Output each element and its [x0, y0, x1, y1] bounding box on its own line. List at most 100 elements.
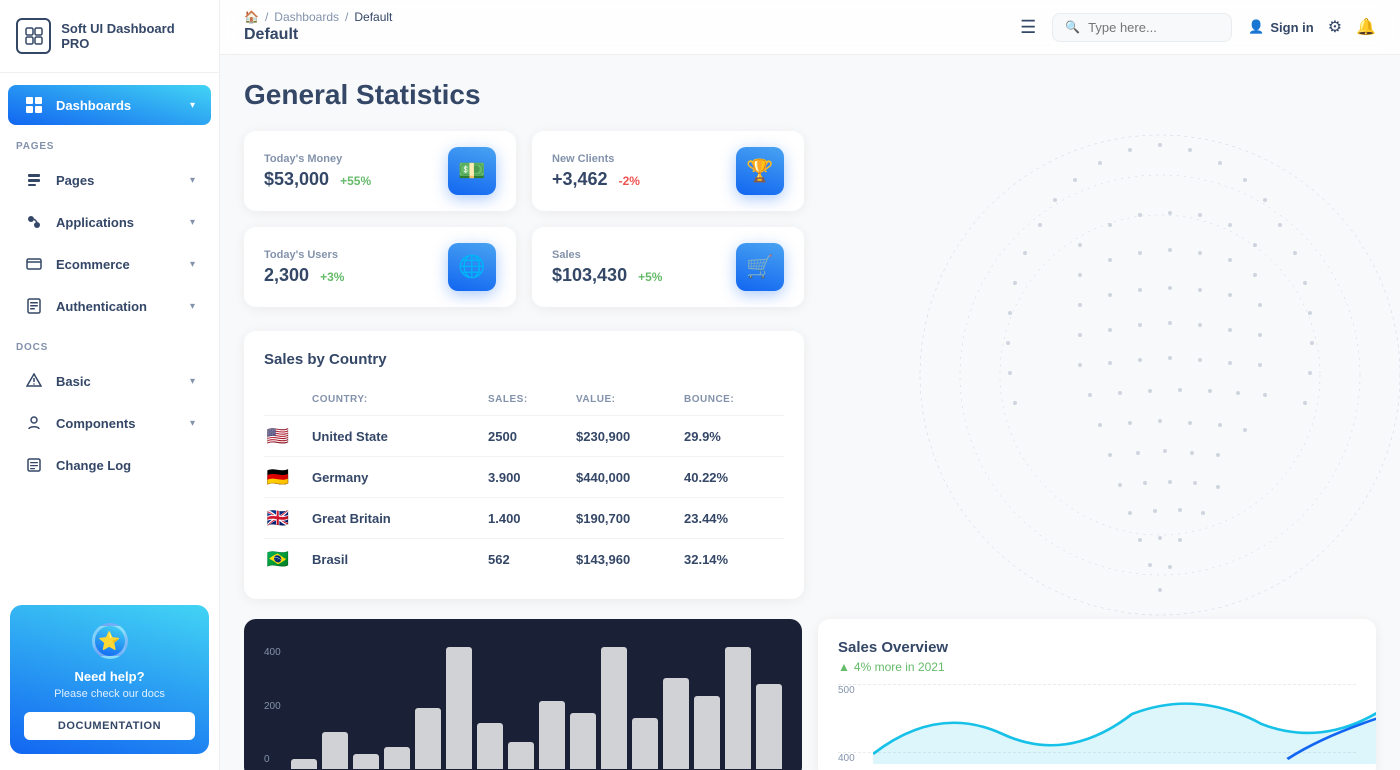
sidebar-item-dashboards[interactable]: Dashboards ▾ [8, 85, 211, 125]
sales-val: 2500 [488, 429, 568, 444]
home-icon: 🏠 [244, 10, 259, 24]
stat-value: 2,300 +3% [264, 265, 344, 286]
sales-val: 562 [488, 552, 568, 567]
col-header-value: Value: [576, 394, 676, 405]
globe-decoration [880, 95, 1400, 655]
app-logo: Soft UI Dashboard PRO [0, 0, 219, 73]
chevron-icon: ▾ [190, 418, 195, 429]
stat-value: +3,462 -2% [552, 169, 640, 190]
country-name: Germany [312, 470, 480, 485]
overview-title: Sales Overview [838, 639, 1356, 656]
bar-item [477, 723, 503, 769]
y-label-500: 500 [838, 685, 868, 696]
stat-icon-users: 🌐 [448, 243, 496, 291]
page-title: General Statistics [244, 79, 1376, 111]
sales-by-country-card: Sales by Country Country: Sales: Value: … [244, 331, 804, 599]
pages-section-label: PAGES [0, 127, 219, 158]
table-title: Sales by Country [264, 351, 784, 368]
documentation-button[interactable]: DOCUMENTATION [24, 712, 195, 740]
help-star-icon: ⭐ [92, 623, 128, 659]
signin-label: Sign in [1270, 20, 1313, 35]
bar-y-label-0: 0 [264, 754, 281, 765]
header: 🏠 / Dashboards / Default Default ☰ 🔍 👤 S… [220, 0, 1400, 55]
help-subtitle: Please check our docs [24, 688, 195, 700]
search-box[interactable]: 🔍 [1052, 13, 1232, 42]
sidebar-item-label: Components [56, 416, 135, 431]
sidebar-item-basic[interactable]: Basic ▾ [8, 361, 211, 401]
sidebar-item-ecommerce[interactable]: Ecommerce ▾ [8, 244, 211, 284]
stat-change: +55% [340, 174, 371, 188]
bar-item [756, 684, 782, 769]
col-header-sales: Sales: [488, 394, 568, 405]
header-actions: 👤 Sign in ⚙ 🔔 [1248, 17, 1376, 37]
breadcrumb: 🏠 / Dashboards / Default Default [244, 10, 392, 44]
stat-value: $103,430 +5% [552, 265, 662, 286]
stat-icon-money: 💵 [448, 147, 496, 195]
sidebar-item-label: Basic [56, 374, 91, 389]
value-val: $230,900 [576, 429, 676, 444]
chevron-icon: ▾ [190, 259, 195, 270]
col-header-bounce: Bounce: [684, 394, 784, 405]
bounce-val: 23.44% [684, 511, 784, 526]
breadcrumb-trail: 🏠 / Dashboards / Default [244, 10, 392, 24]
stat-label: Today's Money [264, 153, 371, 165]
stat-change: -2% [619, 174, 640, 188]
stat-change: +3% [320, 270, 344, 284]
search-input[interactable] [1088, 20, 1218, 35]
changelog-icon [24, 455, 44, 475]
search-icon: 🔍 [1065, 20, 1080, 34]
main-area: 🏠 / Dashboards / Default Default ☰ 🔍 👤 S… [220, 0, 1400, 770]
sidebar: Soft UI Dashboard PRO Dashboards ▾ PAGES [0, 0, 220, 770]
breadcrumb-sep: / [265, 10, 268, 24]
bar-item [570, 713, 596, 769]
bar-chart-card: 400 200 0 [244, 619, 802, 770]
breadcrumb-parent: Dashboards [274, 10, 339, 24]
sidebar-item-label: Pages [56, 173, 94, 188]
signin-button[interactable]: 👤 Sign in [1248, 19, 1314, 35]
bar-item [446, 647, 472, 769]
help-box: ⭐ Need help? Please check our docs DOCUM… [10, 605, 209, 754]
sidebar-item-label: Dashboards [56, 98, 131, 113]
flag-gb: 🇬🇧 [264, 508, 292, 528]
overview-chart: 500 400 [838, 684, 1356, 764]
breadcrumb-current: Default [244, 26, 392, 44]
table-header-row: Country: Sales: Value: Bounce: [264, 384, 784, 416]
table-row: 🇺🇸 United State 2500 $230,900 29.9% [264, 416, 784, 457]
sidebar-item-pages[interactable]: Pages ▾ [8, 160, 211, 200]
country-name: United State [312, 429, 480, 444]
sidebar-nav: Dashboards ▾ PAGES Pages ▾ [0, 73, 219, 593]
stat-label: Sales [552, 249, 662, 261]
bar-item [415, 708, 441, 769]
notification-icon[interactable]: 🔔 [1356, 17, 1376, 37]
chevron-icon: ▾ [190, 376, 195, 387]
table-row: 🇩🇪 Germany 3.900 $440,000 40.22% [264, 457, 784, 498]
ecommerce-icon [24, 254, 44, 274]
stat-card-clients: New Clients +3,462 -2% 🏆 [532, 131, 804, 211]
bar-y-label-400: 400 [264, 647, 281, 658]
breadcrumb-sep2: / [345, 10, 348, 24]
value-val: $143,960 [576, 552, 676, 567]
sidebar-item-components[interactable]: Components ▾ [8, 403, 211, 443]
bar-item [508, 742, 534, 769]
country-name: Great Britain [312, 511, 480, 526]
chevron-icon: ▾ [190, 175, 195, 186]
flag-us: 🇺🇸 [264, 426, 292, 446]
header-right: ☰ 🔍 👤 Sign in ⚙ 🔔 [1020, 13, 1376, 42]
bar-item [291, 759, 317, 769]
applications-icon [24, 212, 44, 232]
sidebar-item-applications[interactable]: Applications ▾ [8, 202, 211, 242]
authentication-icon [24, 296, 44, 316]
value-val: $190,700 [576, 511, 676, 526]
sales-overview-card: Sales Overview ▲ 4% more in 2021 500 400 [818, 619, 1376, 770]
sidebar-item-label: Change Log [56, 458, 131, 473]
dashboards-icon [24, 95, 44, 115]
user-icon: 👤 [1248, 19, 1264, 35]
settings-icon[interactable]: ⚙ [1328, 17, 1342, 37]
sidebar-item-changelog[interactable]: Change Log [8, 445, 211, 485]
table-row: 🇬🇧 Great Britain 1.400 $190,700 23.44% [264, 498, 784, 539]
bounce-val: 29.9% [684, 429, 784, 444]
stat-value: $53,000 +55% [264, 169, 371, 190]
hamburger-button[interactable]: ☰ [1020, 17, 1036, 38]
sidebar-item-label: Authentication [56, 299, 147, 314]
sidebar-item-authentication[interactable]: Authentication ▾ [8, 286, 211, 326]
